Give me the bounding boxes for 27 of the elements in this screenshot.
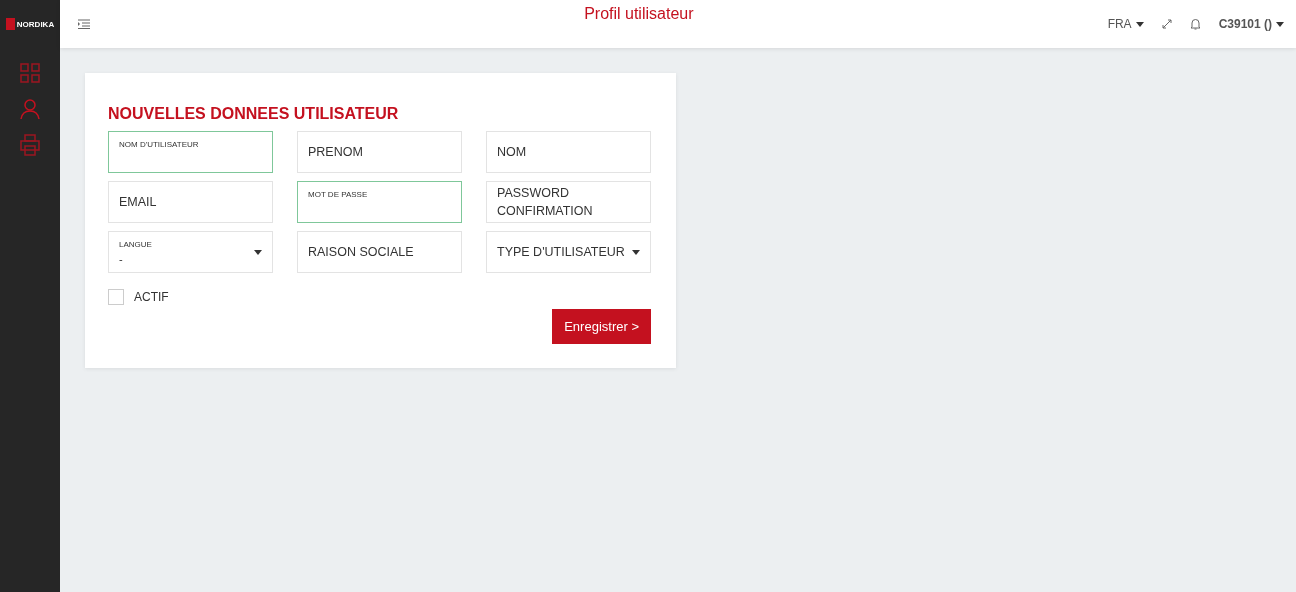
input-field[interactable]: NOM (486, 131, 651, 173)
form-title: NOUVELLES DONNEES UTILISATEUR (108, 105, 400, 123)
save-button[interactable]: Enregistrer > (552, 309, 651, 344)
input-field[interactable]: MOT DE PASSE (297, 181, 462, 223)
printer-icon[interactable] (19, 134, 41, 156)
input-field[interactable]: EMAIL (108, 181, 273, 223)
select-field[interactable]: TYPE D'UTILISATEUR (486, 231, 651, 273)
checkbox-label: ACTIF (134, 290, 169, 304)
page-title: Profil utilisateur (583, 4, 695, 23)
input-field[interactable]: PASSWORD CONFIRMATION (486, 181, 651, 223)
caret-icon (254, 249, 262, 255)
user-icon[interactable] (19, 98, 41, 120)
checkbox[interactable] (108, 289, 124, 305)
select-field[interactable]: LANGUE - (108, 231, 273, 273)
input-field[interactable]: RAISON SOCIALE (297, 231, 462, 273)
expand-icon[interactable] (1161, 19, 1172, 29)
grid-icon[interactable] (19, 62, 41, 84)
caret-icon (1135, 21, 1144, 27)
bell-icon[interactable] (1189, 18, 1201, 30)
caret-icon (632, 249, 640, 255)
logo: NORDIKA (0, 0, 60, 48)
user-menu[interactable]: C39101 () (1218, 17, 1284, 31)
input-field[interactable]: NOM D'UTILISATEUR (108, 131, 273, 173)
caret-icon (1276, 21, 1284, 27)
language-dropdown[interactable]: FRA (1107, 17, 1144, 31)
input-field[interactable]: PRENOM (297, 131, 462, 173)
menu-icon[interactable] (78, 19, 90, 29)
